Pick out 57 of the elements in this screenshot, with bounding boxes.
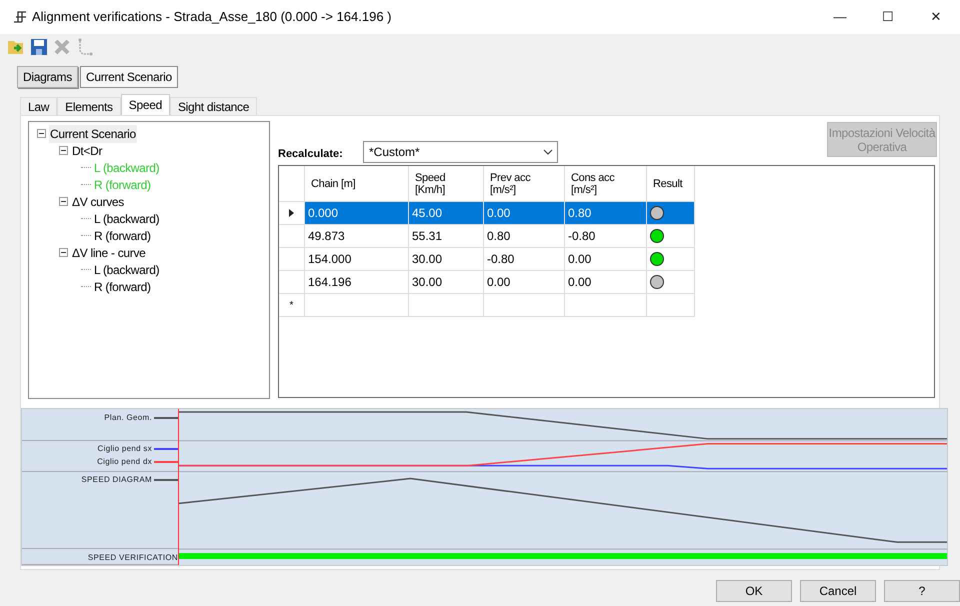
tab[interactable]: Law [20,97,58,115]
table-cell: 49.873 [305,225,409,248]
tree-item[interactable]: L (backward) [93,260,160,278]
dialog-button[interactable]: OK [716,580,792,602]
table-cell: 0.80 [484,225,565,248]
corner-header-cell [279,166,305,202]
dialog-button[interactable]: ? [884,580,960,602]
tab[interactable]: Sight distance [170,97,258,115]
empty-cell[interactable] [484,294,565,317]
table-cell: 30.00 [409,248,484,271]
window-control[interactable]: ☐ [864,0,912,34]
table-cell: -0.80 [484,248,565,271]
chevron-down-icon [543,149,553,155]
tree-item[interactable]: R (forward) [93,226,152,244]
table-cell: 0.00 [484,271,565,294]
tree-item[interactable]: Dt<Dr [71,142,104,160]
tree-item[interactable]: Current Scenario [49,124,137,142]
tree-item[interactable]: L (backward) [93,210,160,228]
empty-cell[interactable] [647,294,695,317]
table-cell: 0.00 [484,202,565,225]
tree-item[interactable]: R (forward) [93,278,152,296]
window-control[interactable]: ✕ [912,0,960,34]
tab[interactable]: Current Scenario [80,66,178,88]
track-label: Ciglio pend dx [97,456,152,468]
window-control[interactable]: — [816,0,864,34]
table-cell: -0.80 [565,225,647,248]
tree-item[interactable]: ΔV curves [71,192,125,210]
tree-item[interactable]: ΔV line - curve [71,244,147,262]
track-label: Ciglio pend sx [98,443,152,456]
table-cell: 164.196 [305,271,409,294]
recalculate-dropdown[interactable]: *Custom* [363,141,558,163]
empty-cell[interactable] [305,294,409,317]
table-cell: 55.31 [409,225,484,248]
recalculate-label: Recalculate: [278,146,344,162]
tab[interactable]: Speed [120,94,170,115]
collapse-toggle[interactable] [59,146,68,155]
dialog-button[interactable]: Cancel [800,580,876,602]
empty-cell[interactable] [565,294,647,317]
track-label: SPEED DIAGRAM [81,474,152,486]
table-cell: 0.00 [565,271,647,294]
track-label: SPEED VERIFICATION [88,552,178,564]
collapse-toggle[interactable] [59,197,68,206]
table-cell: 0.00 [565,248,647,271]
save-icon[interactable] [29,37,49,57]
window-title: Alignment verifications - Strada_Asse_180 (0.000 -> 164.196 ) [32,8,393,26]
table-cell: 0.80 [565,202,647,225]
tab[interactable]: Diagrams [17,66,78,88]
track-label: Plan. Geom. [104,412,152,424]
empty-cell[interactable] [409,294,484,317]
table-cell: 45.00 [409,202,484,225]
table-cell: 154.000 [305,248,409,271]
tab[interactable]: Elements [57,97,121,115]
collapse-toggle[interactable] [37,129,46,138]
table-cell: 0.000 [305,202,409,225]
current-row-icon [289,209,294,217]
collapse-toggle[interactable] [59,248,68,257]
table-cell: 30.00 [409,271,484,294]
